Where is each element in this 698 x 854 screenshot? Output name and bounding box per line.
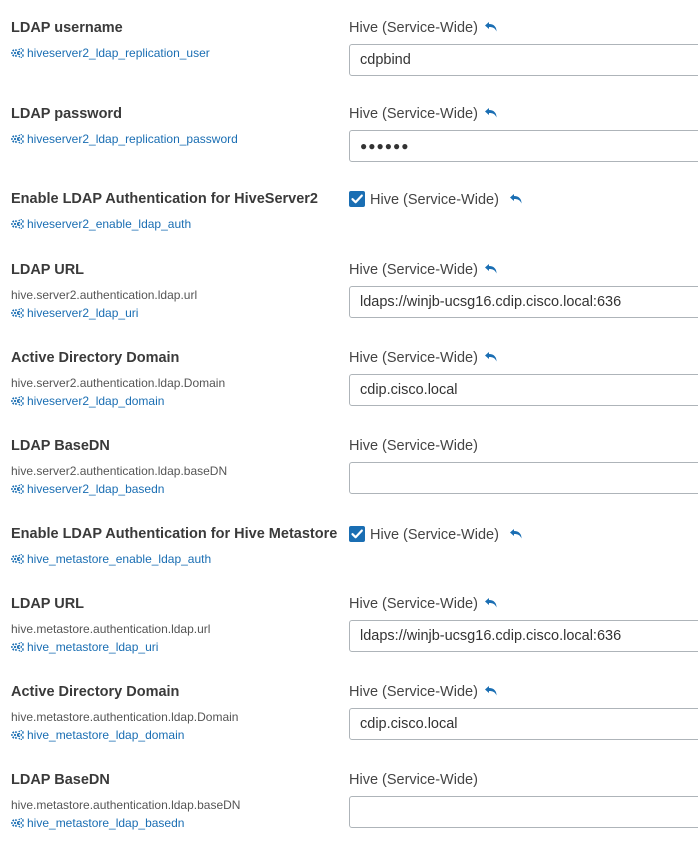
setting-label: LDAP password [11, 106, 122, 122]
text-field[interactable] [349, 708, 698, 740]
enable-checkbox[interactable] [349, 191, 365, 207]
scope-label-row: Hive (Service-Wide) [349, 350, 498, 366]
config-name-link[interactable]: hiveserver2_ldap_uri [11, 306, 138, 320]
gears-icon [11, 483, 24, 495]
gears-icon [11, 307, 24, 319]
scope-label: Hive (Service-Wide) [349, 684, 478, 700]
scope-label: Hive (Service-Wide) [349, 772, 478, 788]
setting-label: Enable LDAP Authentication for HiveServe… [11, 191, 318, 207]
property-name: hive.metastore.authentication.ldap.url [11, 622, 211, 636]
config-name-text: hiveserver2_ldap_replication_user [27, 46, 210, 60]
setting-label: LDAP username [11, 20, 123, 36]
config-name-link[interactable]: hiveserver2_ldap_replication_user [11, 46, 210, 60]
config-name-text: hiveserver2_enable_ldap_auth [27, 217, 192, 231]
undo-arrow-icon[interactable] [484, 597, 498, 609]
gears-icon [11, 218, 24, 230]
undo-arrow-icon[interactable] [509, 528, 523, 540]
scope-label-row: Hive (Service-Wide) [349, 438, 478, 454]
property-name: hive.metastore.authentication.ldap.baseD… [11, 798, 241, 812]
checkbox-scope: Hive (Service-Wide) [349, 191, 523, 208]
setting-label: LDAP URL [11, 596, 85, 612]
undo-arrow-icon[interactable] [484, 263, 498, 275]
scope-label: Hive (Service-Wide) [349, 596, 478, 612]
config-name-link[interactable]: hiveserver2_ldap_replication_password [11, 132, 238, 146]
scope-label-row: Hive (Service-Wide) [349, 772, 478, 788]
setting-label: LDAP BaseDN [11, 772, 110, 788]
undo-arrow-icon[interactable] [484, 351, 498, 363]
config-name-text: hive_metastore_enable_ldap_auth [27, 552, 212, 566]
scope-label: Hive (Service-Wide) [370, 192, 499, 208]
property-name: hive.server2.authentication.ldap.url [11, 288, 198, 302]
undo-arrow-icon[interactable] [484, 21, 498, 33]
setting-label: LDAP BaseDN [11, 438, 110, 454]
gears-icon [11, 395, 24, 407]
scope-label-row: Hive (Service-Wide) [349, 596, 498, 612]
password-field[interactable]: ●●●●●● [349, 130, 698, 162]
scope-label: Hive (Service-Wide) [349, 350, 478, 366]
setting-label: Enable LDAP Authentication for Hive Meta… [11, 526, 338, 542]
config-name-link[interactable]: hive_metastore_ldap_domain [11, 728, 184, 742]
scope-label: Hive (Service-Wide) [349, 106, 478, 122]
config-name-text: hiveserver2_ldap_basedn [27, 482, 165, 496]
scope-label-row: Hive (Service-Wide) [349, 262, 498, 278]
setting-label: Active Directory Domain [11, 350, 180, 366]
enable-checkbox[interactable] [349, 526, 365, 542]
property-name: hive.metastore.authentication.ldap.Domai… [11, 710, 239, 724]
property-name: hive.server2.authentication.ldap.baseDN [11, 464, 228, 478]
gears-icon [11, 817, 24, 829]
config-name-link[interactable]: hive_metastore_enable_ldap_auth [11, 552, 211, 566]
config-name-text: hiveserver2_ldap_replication_password [27, 132, 238, 146]
undo-arrow-icon[interactable] [484, 107, 498, 119]
setting-label: LDAP URL [11, 262, 85, 278]
config-name-link[interactable]: hive_metastore_ldap_uri [11, 640, 158, 654]
gears-icon [11, 553, 24, 565]
checkmark-icon [351, 194, 363, 204]
undo-arrow-icon[interactable] [509, 193, 523, 205]
scope-label: Hive (Service-Wide) [349, 438, 478, 454]
gears-icon [11, 729, 24, 741]
text-field[interactable] [349, 796, 698, 828]
scope-label: Hive (Service-Wide) [349, 262, 478, 278]
config-name-text: hive_metastore_ldap_uri [27, 640, 159, 654]
checkmark-icon [351, 529, 363, 539]
text-field[interactable] [349, 374, 698, 406]
config-name-link[interactable]: hiveserver2_enable_ldap_auth [11, 217, 191, 231]
scope-label-row: Hive (Service-Wide) [349, 20, 498, 36]
config-name-text: hive_metastore_ldap_domain [27, 728, 185, 742]
config-name-link[interactable]: hive_metastore_ldap_basedn [11, 816, 184, 830]
text-field[interactable] [349, 462, 698, 494]
config-name-link[interactable]: hiveserver2_ldap_basedn [11, 482, 164, 496]
gears-icon [11, 133, 24, 145]
property-name: hive.server2.authentication.ldap.Domain [11, 376, 226, 390]
config-name-link[interactable]: hiveserver2_ldap_domain [11, 394, 164, 408]
scope-label-row: Hive (Service-Wide) [349, 106, 498, 122]
config-name-text: hiveserver2_ldap_domain [27, 394, 165, 408]
gears-icon [11, 47, 24, 59]
setting-label: Active Directory Domain [11, 684, 180, 700]
text-field[interactable] [349, 620, 698, 652]
scope-label-row: Hive (Service-Wide) [349, 684, 498, 700]
undo-arrow-icon[interactable] [484, 685, 498, 697]
text-field[interactable] [349, 44, 698, 76]
config-name-text: hiveserver2_ldap_uri [27, 306, 139, 320]
gears-icon [11, 641, 24, 653]
scope-label: Hive (Service-Wide) [370, 527, 499, 543]
config-name-text: hive_metastore_ldap_basedn [27, 816, 185, 830]
checkbox-scope: Hive (Service-Wide) [349, 526, 523, 543]
scope-label: Hive (Service-Wide) [349, 20, 478, 36]
text-field[interactable] [349, 286, 698, 318]
